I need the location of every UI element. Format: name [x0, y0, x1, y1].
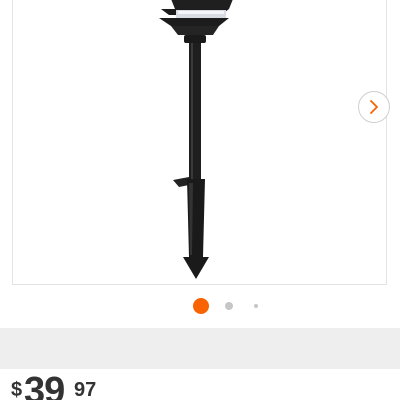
price-currency-symbol: $: [11, 379, 23, 400]
gallery-pagination: [0, 298, 400, 314]
price-dollars: 39: [24, 370, 65, 400]
pagination-dot[interactable]: [254, 304, 258, 308]
product-page: $ 39 97: [0, 0, 400, 400]
product-image-gallery[interactable]: [12, 0, 390, 285]
price-cents: 97: [74, 379, 97, 400]
path-light-image: [159, 0, 233, 279]
pagination-dot-active[interactable]: [193, 298, 209, 314]
section-divider: [0, 328, 400, 369]
chevron-right-icon: [370, 100, 378, 114]
pagination-dot[interactable]: [225, 302, 233, 310]
next-image-button[interactable]: [358, 91, 390, 123]
